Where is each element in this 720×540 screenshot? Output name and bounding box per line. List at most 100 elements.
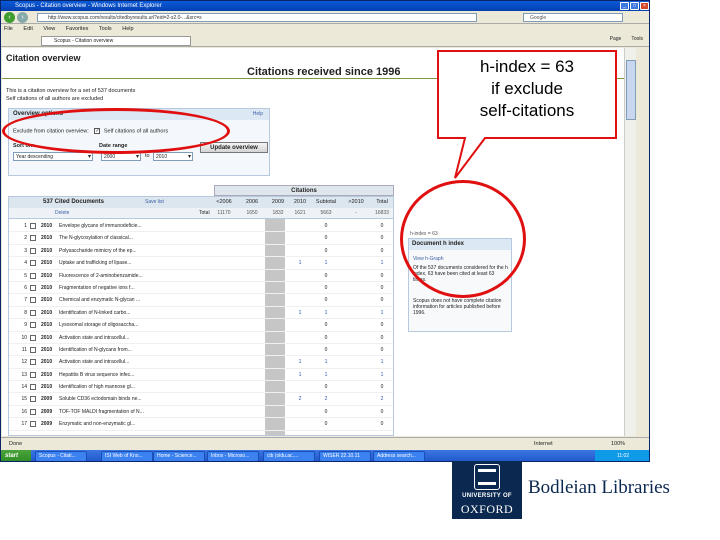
date-to-select[interactable]: 2010 [153, 152, 193, 161]
row-number: 7 [24, 297, 27, 304]
taskbar-item[interactable]: cib (oldu.ac.... [263, 451, 315, 461]
taskbar-item[interactable]: WISER 22.10.11 [319, 451, 371, 461]
document-title-link[interactable]: Polysaccharide mimicry of the ep... [59, 245, 209, 257]
start-button[interactable]: start [1, 450, 31, 461]
menu-view[interactable]: View [43, 26, 55, 32]
tab-scopus[interactable]: Scopus - Citation overview [41, 36, 191, 46]
window-titlebar: Scopus - Citation overview - Windows Int… [1, 1, 649, 11]
citation-count: 1 [298, 309, 302, 316]
save-list-link[interactable]: Save list [145, 197, 164, 208]
delete-link[interactable]: Delete [55, 208, 69, 219]
document-title-link[interactable]: Identification of high mannose gl... [59, 381, 209, 393]
year-column-header: 2006 1650 [239, 197, 265, 219]
year-column-header: Total 16833 [369, 197, 395, 219]
tab-bar: Scopus - Citation overview Page Tools [1, 34, 649, 47]
menu-favorites[interactable]: Favorites [66, 26, 89, 32]
year-column-header: 2010 1621 [287, 197, 313, 219]
zoom-level[interactable]: 100% [611, 438, 625, 450]
citation-count: 1 [298, 371, 302, 378]
document-title-link[interactable]: Activation state and intracellul... [59, 356, 209, 368]
citation-count: 0 [324, 247, 328, 254]
scroll-thumb[interactable] [626, 60, 636, 120]
hindex-highlight [400, 180, 526, 298]
citation-count: 0 [380, 322, 384, 329]
row-checkbox[interactable] [30, 260, 36, 267]
back-arrow-icon[interactable]: ‹ [4, 12, 15, 23]
row-checkbox[interactable] [30, 247, 36, 254]
document-title-link[interactable]: Chemical and enzymatic N-glycan ... [59, 294, 209, 306]
address-bar: ‹ › http://www.scopus.com/results/citedb… [1, 11, 649, 24]
maximize-button[interactable]: □ [630, 2, 639, 10]
menu-file[interactable]: File [4, 26, 13, 32]
document-title-link[interactable]: Enzymatic and non-enzymatic gl... [59, 418, 209, 430]
row-checkbox[interactable] [30, 334, 36, 341]
taskbar-item[interactable]: Home - Science... [153, 451, 205, 461]
document-title-link[interactable]: Activation state and intracellul... [59, 332, 209, 344]
row-checkbox[interactable] [30, 408, 36, 415]
taskbar-item[interactable]: Address search... [373, 451, 425, 461]
document-title-link[interactable]: Hepatitis B virus sequence infec... [59, 369, 209, 381]
document-title-link[interactable]: Identification of N-linked carbo... [59, 307, 209, 319]
row-checkbox[interactable] [30, 346, 36, 353]
row-checkbox[interactable] [30, 384, 36, 391]
table-row: 17 2009 Enzymatic and non-enzymatic gl... 0… [9, 418, 393, 431]
citation-count: 1 [324, 260, 328, 267]
help-link[interactable]: Help [253, 109, 263, 120]
menu-help[interactable]: Help [122, 26, 133, 32]
menu-bar: File Edit View Favorites Tools Help [1, 24, 649, 34]
row-checkbox[interactable] [30, 284, 36, 291]
document-title-link[interactable]: Fluorescence of 2-aminobenzamide... [59, 270, 209, 282]
row-checkbox[interactable] [30, 223, 36, 229]
document-title-link[interactable]: Lysosomal storage of oligosaccha... [59, 319, 209, 331]
tools-menu[interactable]: Tools [631, 36, 643, 42]
search-input[interactable]: Google [523, 13, 623, 22]
row-checkbox[interactable] [30, 322, 36, 329]
citation-count: 0 [380, 223, 384, 229]
row-number: 17 [21, 421, 27, 428]
table-row: 2 2010 The N-glycosylation of classical...… [9, 232, 393, 245]
document-title-link[interactable]: Fragmentation of negative ions f... [59, 282, 209, 294]
document-title-link[interactable]: Uptake and trafficking of lipase... [59, 257, 209, 269]
document-title-link[interactable]: TOF-TOF MALDI fragmentation of N... [59, 406, 209, 418]
menu-tools[interactable]: Tools [99, 26, 112, 32]
oxford-crest-icon [474, 464, 500, 490]
menu-edit[interactable]: Edit [23, 26, 32, 32]
year-label: <2006 [216, 199, 232, 205]
citation-count: 1 [380, 260, 384, 267]
taskbar-item[interactable]: Inbox - Microso... [207, 451, 259, 461]
close-button[interactable]: × [640, 2, 649, 10]
document-title-link[interactable]: Identification of N-glycans from... [59, 344, 209, 356]
sort-select[interactable]: Year descending [13, 152, 93, 161]
row-checkbox[interactable] [30, 297, 36, 304]
callout-line-2: if exclude [491, 79, 563, 98]
row-checkbox[interactable] [30, 371, 36, 378]
table-row: 14 2010 Identification of high mannose gl.… [9, 381, 393, 394]
row-year: 2010 [41, 235, 53, 242]
row-checkbox[interactable] [30, 272, 36, 279]
taskbar-item[interactable]: Scopus - Citati... [35, 451, 87, 461]
minimize-button[interactable]: _ [620, 2, 629, 10]
row-checkbox[interactable] [30, 421, 36, 428]
row-year: 2010 [41, 334, 53, 341]
table-row: 12 2010 Activation state and intracellul..… [9, 356, 393, 369]
url-input[interactable]: http://www.scopus.com/results/citedbyres… [37, 13, 477, 22]
row-year: 2010 [41, 371, 53, 378]
taskbar: start Scopus - Citati... ISI Web of Kno..… [1, 450, 649, 461]
citation-count: 1 [324, 359, 328, 366]
taskbar-item[interactable]: ISI Web of Kno... [101, 451, 153, 461]
vertical-scrollbar[interactable] [624, 48, 636, 436]
page-menu[interactable]: Page [610, 36, 622, 42]
row-checkbox[interactable] [30, 309, 36, 316]
row-checkbox[interactable] [30, 235, 36, 242]
overview-summary: This is a citation overview for a set of… [6, 88, 136, 94]
table-row: 1 2010 Envelope glycans of immunodeficie..… [9, 220, 393, 233]
document-title-link[interactable]: Envelope glycans of immunodeficie... [59, 220, 209, 232]
citation-count: 0 [324, 421, 328, 428]
citation-count: 0 [324, 346, 328, 353]
document-title-link[interactable]: Soluble CD36 ectodomain binds ne... [59, 393, 209, 405]
document-title-link[interactable]: The N-glycosylation of classical... [59, 232, 209, 244]
forward-arrow-icon[interactable]: › [17, 12, 28, 23]
row-checkbox[interactable] [30, 396, 36, 403]
table-row: 10 2010 Activation state and intracellul..… [9, 332, 393, 344]
row-checkbox[interactable] [30, 359, 36, 366]
